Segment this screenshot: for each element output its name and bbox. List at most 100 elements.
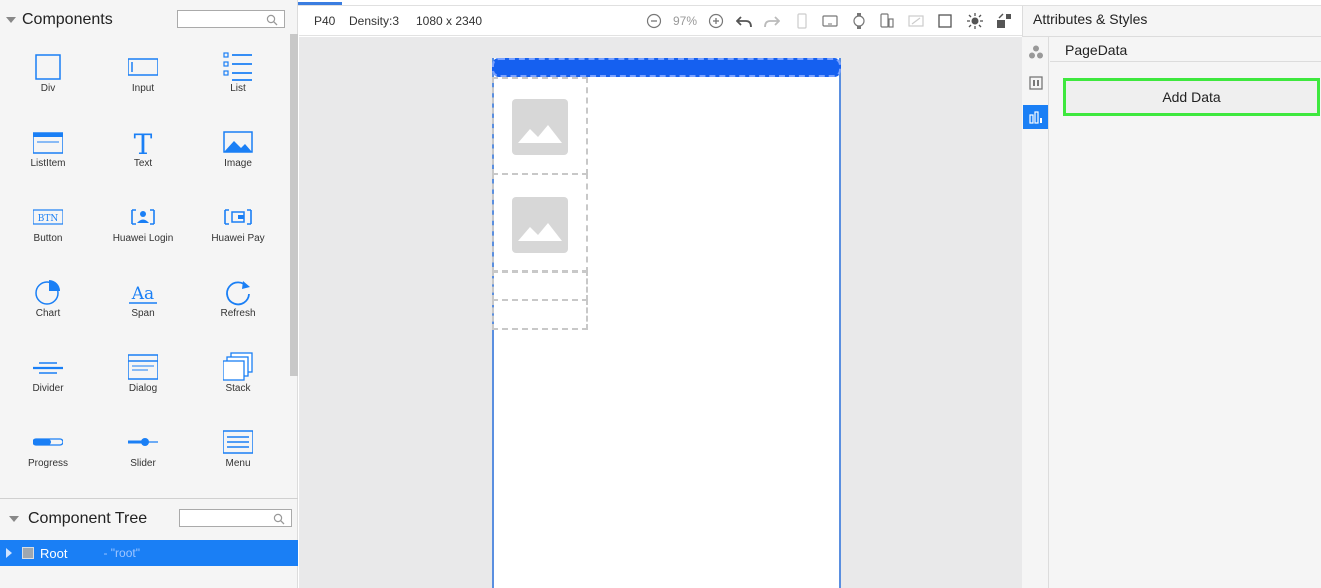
- tab-attributes[interactable]: [1023, 40, 1048, 64]
- image-placeholder-2[interactable]: [492, 173, 588, 273]
- component-label: Huawei Login: [112, 233, 174, 244]
- component-chart[interactable]: Chart: [0, 269, 96, 339]
- image-icon: [223, 131, 253, 153]
- input-icon: [128, 58, 158, 76]
- rotate-icon[interactable]: [908, 13, 924, 29]
- svg-text:Aa: Aa: [131, 284, 154, 304]
- component-listitem[interactable]: ListItem: [0, 119, 96, 189]
- tree-item-root[interactable]: Root - "root": [0, 540, 298, 566]
- foldable-preview-icon[interactable]: [879, 13, 895, 29]
- zoom-in-icon[interactable]: [708, 13, 724, 29]
- header-divider: [1022, 36, 1321, 37]
- empty-placeholder-2[interactable]: [492, 299, 588, 330]
- search-icon: [273, 513, 285, 525]
- chart-icon: [35, 280, 60, 305]
- collapse-caret-icon[interactable]: [6, 17, 16, 23]
- zoom-level: 97%: [673, 14, 698, 28]
- attributes-title: Attributes & Styles: [1033, 11, 1148, 27]
- component-label: Image: [224, 158, 252, 169]
- span-icon: Aa: [129, 284, 157, 304]
- image-placeholder-1[interactable]: [492, 77, 588, 175]
- component-image[interactable]: Image: [190, 119, 286, 189]
- component-label: Div: [40, 83, 56, 94]
- tab-styles[interactable]: [1023, 71, 1048, 95]
- frame-toggle-icon[interactable]: [937, 13, 953, 29]
- image-placeholder-icon: [512, 99, 568, 155]
- theme-toggle-icon[interactable]: [967, 13, 983, 29]
- device-density: Density:3: [349, 14, 400, 28]
- add-data-button[interactable]: Add Data: [1063, 78, 1320, 116]
- tab-page-data[interactable]: [1023, 105, 1048, 129]
- zoom-out-icon[interactable]: [646, 13, 662, 29]
- component-huawei-pay[interactable]: Huawei Pay: [190, 194, 286, 264]
- component-label: Chart: [35, 308, 61, 319]
- component-label: Progress: [27, 458, 68, 469]
- component-label: Button: [33, 233, 63, 244]
- component-refresh[interactable]: Refresh: [190, 269, 286, 339]
- component-slider[interactable]: Slider: [95, 419, 191, 489]
- stack-icon: [223, 352, 253, 381]
- huawei-pay-icon: [224, 209, 252, 225]
- list-icon: [223, 52, 252, 81]
- redo-icon[interactable]: [764, 13, 780, 29]
- component-tree-header[interactable]: Component Tree: [0, 506, 147, 532]
- selected-top-element[interactable]: [492, 58, 841, 77]
- undo-icon[interactable]: [736, 13, 752, 29]
- page-data-heading: PageData: [1065, 42, 1128, 58]
- expand-caret-icon[interactable]: [6, 548, 12, 558]
- styles-icon: [1028, 76, 1043, 90]
- component-button[interactable]: BTN Button: [0, 194, 96, 264]
- component-label: Divider: [32, 383, 64, 394]
- layout-settings-icon[interactable]: [996, 13, 1012, 29]
- listitem-icon: [33, 132, 63, 154]
- component-div[interactable]: Div: [0, 44, 96, 114]
- components-scrollbar[interactable]: [290, 34, 298, 376]
- svg-text:BTN: BTN: [38, 214, 59, 224]
- component-tree-title: Component Tree: [28, 510, 148, 527]
- image-placeholder-icon: [512, 197, 568, 253]
- component-label: List: [230, 83, 246, 94]
- component-span[interactable]: Aa Span: [95, 269, 191, 339]
- phone-preview-icon[interactable]: [794, 13, 810, 29]
- device-name[interactable]: P40: [314, 14, 335, 28]
- tree-search-input[interactable]: [179, 509, 292, 527]
- panel-divider[interactable]: [0, 498, 298, 499]
- components-title: Components: [22, 11, 113, 28]
- component-text[interactable]: T Text: [95, 119, 191, 189]
- data-icon: [1028, 111, 1042, 124]
- tablet-preview-icon[interactable]: [822, 13, 838, 29]
- component-label: Dialog: [128, 383, 158, 394]
- svg-text:T: T: [134, 128, 153, 157]
- collapse-caret-icon[interactable]: [9, 516, 19, 522]
- component-label: Span: [131, 308, 155, 319]
- component-label: Refresh: [220, 308, 256, 319]
- empty-placeholder-1[interactable]: [492, 270, 588, 301]
- slider-icon: [128, 438, 158, 446]
- section-divider: [1050, 61, 1321, 62]
- device-toolbar: P40 Density:3 1080 x 2340 97%: [299, 6, 1022, 36]
- attributes-icon: [1028, 45, 1043, 59]
- component-list[interactable]: List: [190, 44, 286, 114]
- components-search-input[interactable]: [177, 10, 285, 28]
- watch-preview-icon[interactable]: [851, 13, 867, 29]
- divider-icon: [33, 362, 63, 374]
- components-header[interactable]: Components: [0, 7, 113, 33]
- menu-icon: [223, 430, 253, 454]
- component-stack[interactable]: Stack: [190, 344, 286, 414]
- tree-item-id: - "root": [103, 546, 140, 560]
- text-icon: T: [134, 128, 153, 157]
- component-progress[interactable]: Progress: [0, 419, 96, 489]
- component-label: Input: [131, 83, 155, 94]
- component-label: ListItem: [30, 158, 66, 169]
- component-dialog[interactable]: Dialog: [95, 344, 191, 414]
- tree-item-label: Root: [40, 545, 68, 561]
- dialog-icon: [128, 354, 158, 380]
- component-divider[interactable]: Divider: [0, 344, 96, 414]
- component-menu[interactable]: Menu: [190, 419, 286, 489]
- refresh-icon: [226, 281, 250, 306]
- component-huawei-login[interactable]: Huawei Login: [95, 194, 191, 264]
- component-input[interactable]: Input: [95, 44, 191, 114]
- progress-icon: [33, 438, 63, 446]
- component-label: Stack: [225, 383, 251, 394]
- component-label: Menu: [225, 458, 251, 469]
